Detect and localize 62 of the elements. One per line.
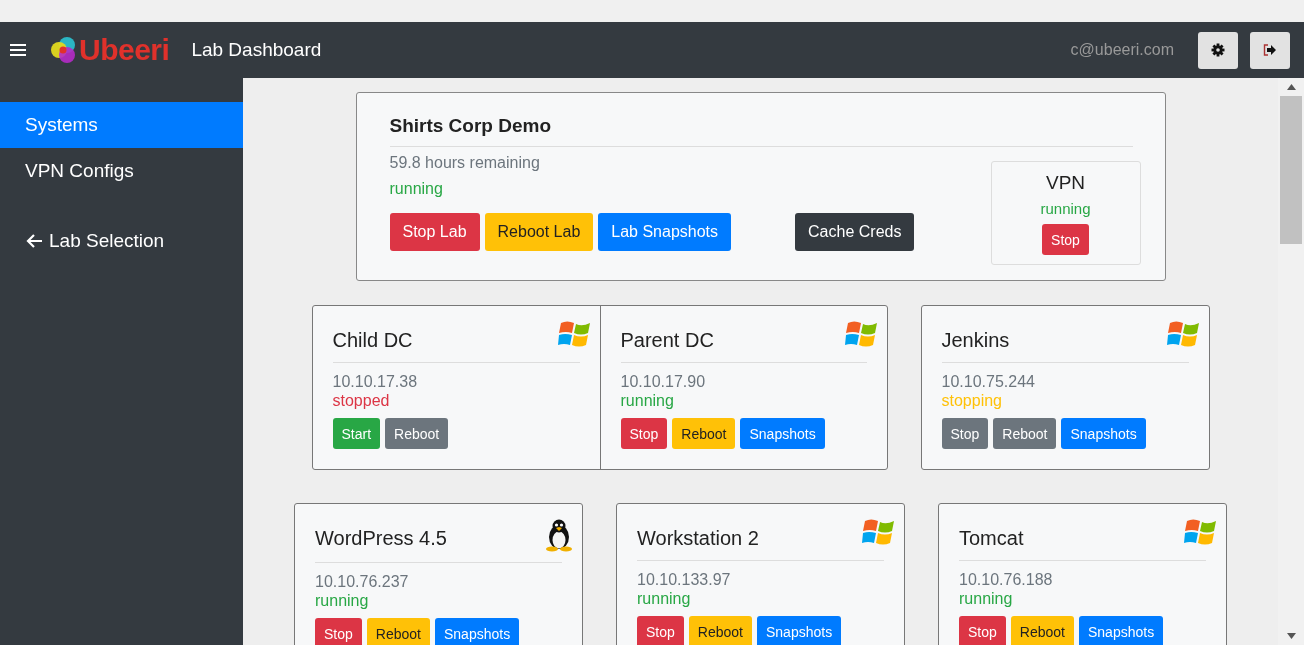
menu-icon[interactable]	[10, 43, 26, 57]
logo-icon	[50, 36, 78, 64]
sidebar-item[interactable]: Lab Selection	[0, 218, 243, 264]
back-arrow-icon	[25, 233, 43, 249]
system-action-button[interactable]: Snapshots	[740, 418, 825, 449]
lab-action-button[interactable]: Lab Snapshots	[598, 213, 732, 251]
system-action-button[interactable]: Reboot	[688, 616, 752, 645]
ip-address: 10.10.17.38	[332, 373, 419, 391]
penguin-icon	[544, 518, 574, 552]
ip-address: 10.10.17.90	[620, 373, 707, 391]
brand-name[interactable]: Ubeeri	[79, 33, 170, 67]
system-name: Tomcat	[959, 527, 1024, 550]
time-remaining: 59.8 hours remaining	[389, 154, 541, 172]
lab-action-button[interactable]: Stop Lab	[389, 213, 480, 251]
gear-icon	[1211, 43, 1225, 57]
sidebar-item[interactable]: VPN Configs	[0, 148, 243, 194]
system-action-button[interactable]: Start	[332, 418, 381, 449]
system-action-button[interactable]: Reboot	[993, 418, 1057, 449]
system-name: Child DC	[332, 329, 413, 352]
page-title: Lab Dashboard	[191, 39, 322, 61]
system-action-button[interactable]: Snapshots	[1078, 616, 1164, 645]
system-name: Jenkins	[941, 329, 1010, 352]
system-status: running	[620, 392, 675, 410]
system-name: WordPress 4.5	[315, 527, 447, 550]
system-action-button[interactable]: Stop	[941, 418, 989, 449]
system-status: running	[315, 592, 370, 610]
lab-action-button[interactable]: Reboot Lab	[484, 213, 594, 251]
system-action-button[interactable]: Stop	[959, 616, 1006, 645]
system-status: stopping	[941, 392, 1003, 410]
vpn-status: running	[1040, 200, 1091, 217]
lab-action-button[interactable]: Cache Creds	[795, 213, 915, 251]
ip-address: 10.10.76.188	[959, 571, 1054, 589]
sidebar-item[interactable]: Systems	[0, 102, 243, 148]
system-action-button[interactable]: Reboot	[1010, 616, 1074, 645]
lab-status: running	[389, 180, 444, 198]
lab-name: Shirts Corp Demo	[389, 115, 1133, 147]
system-action-button[interactable]: Reboot	[366, 618, 430, 645]
system-action-button[interactable]: Reboot	[672, 418, 736, 449]
logout-icon	[1263, 44, 1277, 56]
ip-address: 10.10.76.237	[315, 573, 410, 591]
system-action-button[interactable]: Snapshots	[1061, 418, 1146, 449]
system-name: Parent DC	[620, 329, 714, 352]
vpn-title: VPN	[1045, 172, 1086, 194]
vpn-stop-button[interactable]: Stop	[1042, 224, 1089, 255]
system-action-button[interactable]: Reboot	[385, 418, 449, 449]
logout-button[interactable]	[1250, 31, 1290, 69]
system-action-button[interactable]: Stop	[637, 616, 684, 645]
system-action-button[interactable]: Snapshots	[434, 618, 520, 645]
system-status: running	[959, 590, 1014, 608]
settings-button[interactable]	[1198, 31, 1238, 69]
ip-address: 10.10.133.97	[637, 571, 732, 589]
system-status: running	[637, 590, 692, 608]
system-action-button[interactable]: Stop	[620, 418, 668, 449]
scroll-down-arrow-icon[interactable]	[1286, 633, 1296, 639]
user-email: c@ubeeri.com	[1070, 41, 1174, 59]
scroll-up-arrow-icon[interactable]	[1286, 84, 1296, 90]
system-name: Workstation 2	[637, 527, 759, 550]
system-action-button[interactable]: Stop	[315, 618, 362, 645]
ip-address: 10.10.75.244	[941, 373, 1036, 391]
scrollbar-thumb[interactable]	[1280, 96, 1302, 244]
system-status: stopped	[332, 392, 391, 410]
system-action-button[interactable]: Snapshots	[756, 616, 842, 645]
